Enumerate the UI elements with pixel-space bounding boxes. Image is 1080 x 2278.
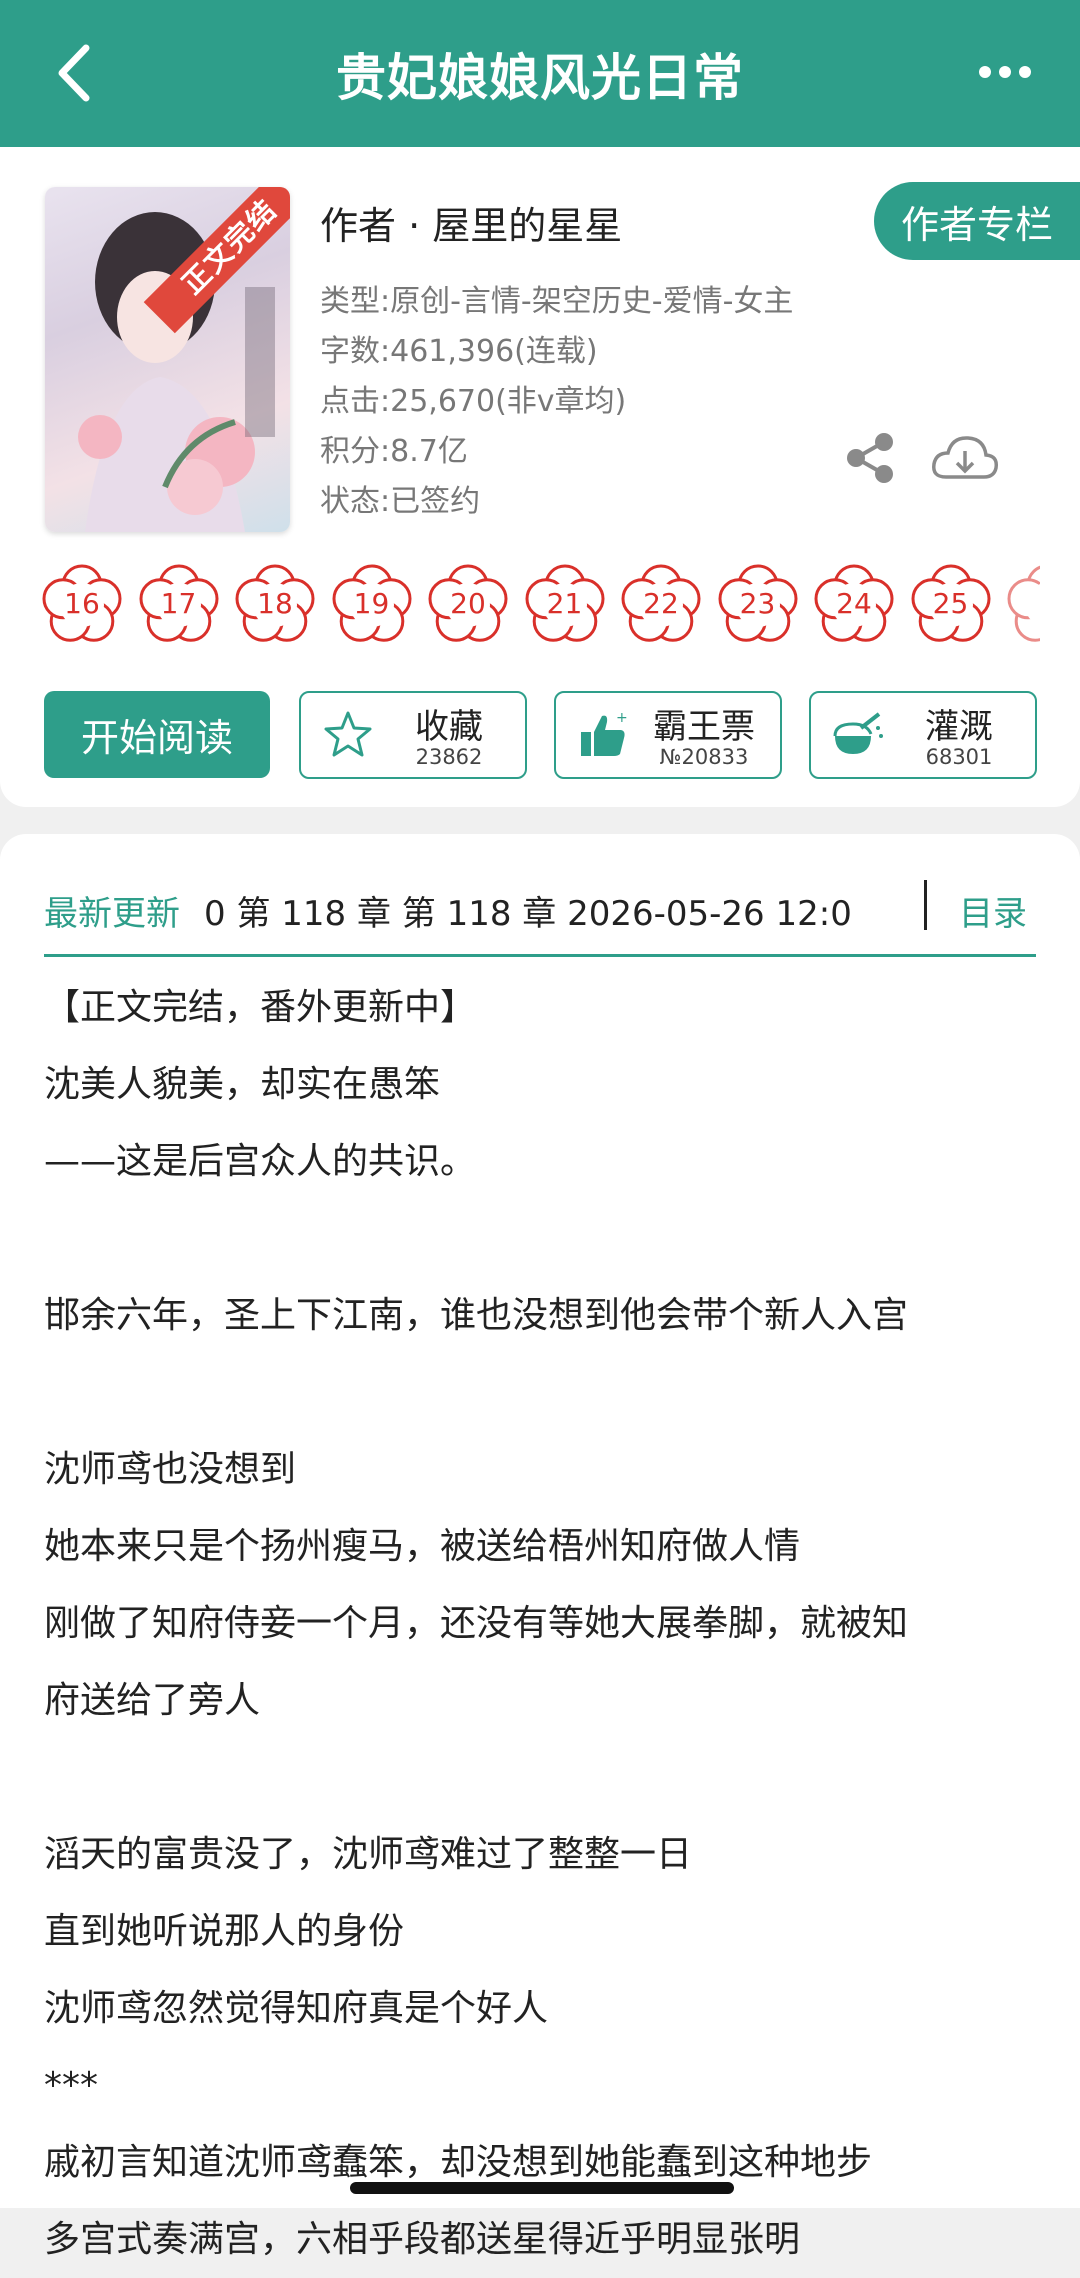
book-cover[interactable]: 正文完结 — [45, 187, 290, 532]
level-flower-badge: 21 — [523, 561, 607, 645]
description-line: 刚做了知府侍妾一个月，还没有等她大展拳脚，就被知 — [44, 1585, 1044, 1662]
svg-text:+: + — [616, 710, 628, 726]
thumbs-up-icon: + — [576, 708, 630, 762]
book-info-card: 正文完结 作者 · 屋里的星星 作者专栏 类型:原创-言情-架空历史-爱情-女主… — [0, 147, 1080, 807]
latest-chapter-marquee[interactable]: 0 第 118 章 第 118 章 2026-05-26 12:0 — [204, 886, 914, 935]
meta-score: 积分:8.7亿 — [320, 427, 793, 477]
description-line: 府送给了旁人 — [44, 1662, 1044, 1739]
level-flower-badge: 22 — [619, 561, 703, 645]
description-line — [44, 1739, 1044, 1816]
star-icon — [321, 708, 375, 762]
level-flower-badge: 2 — [1005, 561, 1040, 645]
flower-number: 18 — [233, 561, 317, 645]
divider — [924, 880, 927, 930]
top-bar: 贵妃娘娘风光日常 — [0, 0, 1080, 147]
level-flower-badge: 17 — [137, 561, 221, 645]
collect-count: 23862 — [383, 745, 515, 769]
level-flower-badge: 25 — [909, 561, 993, 645]
meta-word-count: 字数:461,396(连载) — [320, 327, 793, 377]
flower-number: 21 — [523, 561, 607, 645]
meta-status: 状态:已签约 — [320, 477, 793, 527]
level-flower-badge: 20 — [426, 561, 510, 645]
description-line: *** — [44, 2047, 1044, 2124]
watering-flask-icon — [831, 708, 885, 762]
flower-number: 2 — [1005, 561, 1040, 645]
description-line: 多宫式奏满宫，六相乎段都送星得近乎明显张明 — [44, 2201, 1044, 2278]
author-name[interactable]: 作者 · 屋里的星星 — [320, 195, 622, 250]
flower-number: 24 — [812, 561, 896, 645]
level-flower-badge: 24 — [812, 561, 896, 645]
description-line: ——这是后宫众人的共识。 — [44, 1123, 1044, 1200]
description-line: 沈美人貌美，却实在愚笨 — [44, 1046, 1044, 1123]
water-label: 灌溉 — [893, 699, 1025, 748]
vote-count: №20833 — [638, 745, 770, 769]
level-flower-row: 161718192021222324252 — [40, 561, 1040, 651]
collect-label: 收藏 — [383, 699, 515, 748]
meta-genre: 类型:原创-言情-架空历史-爱情-女主 — [320, 277, 793, 327]
level-flower-badge: 16 — [40, 561, 124, 645]
water-count: 68301 — [893, 745, 1025, 769]
flower-number: 22 — [619, 561, 703, 645]
latest-update-label: 最新更新 — [44, 886, 194, 935]
page-title: 贵妃娘娘风光日常 — [336, 38, 744, 110]
book-content-card: 最新更新 0 第 118 章 第 118 章 2026-05-26 12:0 目… — [0, 834, 1080, 2208]
vote-label: 霸王票 — [638, 699, 770, 748]
start-reading-button[interactable]: 开始阅读 — [44, 691, 270, 778]
flower-number: 20 — [426, 561, 510, 645]
description-line: 沈师鸢忽然觉得知府真是个好人 — [44, 1970, 1044, 2047]
home-indicator — [350, 2182, 734, 2194]
flower-number: 23 — [716, 561, 800, 645]
flower-number: 25 — [909, 561, 993, 645]
flower-number: 17 — [137, 561, 221, 645]
book-meta: 类型:原创-言情-架空历史-爱情-女主 字数:461,396(连载) 点击:25… — [320, 277, 793, 527]
description-line: 沈师鸢也没想到 — [44, 1431, 1044, 1508]
vote-ticket-button[interactable]: + 霸王票 №20833 — [554, 691, 782, 779]
description-line: 【正文完结，番外更新中】 — [44, 969, 1044, 1046]
author-column-button[interactable]: 作者专栏 — [874, 182, 1080, 260]
level-flower-badge: 19 — [330, 561, 414, 645]
table-of-contents-link[interactable]: 目录 — [959, 886, 1027, 935]
water-button[interactable]: 灌溉 68301 — [809, 691, 1037, 779]
description-line — [44, 1354, 1044, 1431]
description-line: 直到她听说那人的身份 — [44, 1893, 1044, 1970]
description-line: 她本来只是个扬州瘦马，被送给梧州知府做人情 — [44, 1508, 1044, 1585]
share-icon[interactable] — [842, 430, 898, 486]
level-flower-badge: 18 — [233, 561, 317, 645]
meta-clicks: 点击:25,670(非v章均) — [320, 377, 793, 427]
collect-button[interactable]: 收藏 23862 — [299, 691, 527, 779]
download-cloud-icon[interactable] — [928, 429, 1000, 489]
latest-update-bar[interactable]: 最新更新 0 第 118 章 第 118 章 2026-05-26 12:0 目… — [44, 864, 1036, 957]
book-description: 【正文完结，番外更新中】 沈美人貌美，却实在愚笨 ——这是后宫众人的共识。 邯余… — [44, 969, 1044, 2278]
level-flower-badge: 23 — [716, 561, 800, 645]
description-line: 滔天的富贵没了，沈师鸢难过了整整一日 — [44, 1816, 1044, 1893]
flower-number: 19 — [330, 561, 414, 645]
flower-number: 16 — [40, 561, 124, 645]
more-options-icon[interactable] — [970, 52, 1040, 92]
description-line: 邯余六年，圣上下江南，谁也没想到他会带个新人入宫 — [44, 1277, 1044, 1354]
back-icon[interactable] — [48, 38, 108, 108]
description-line — [44, 1200, 1044, 1277]
